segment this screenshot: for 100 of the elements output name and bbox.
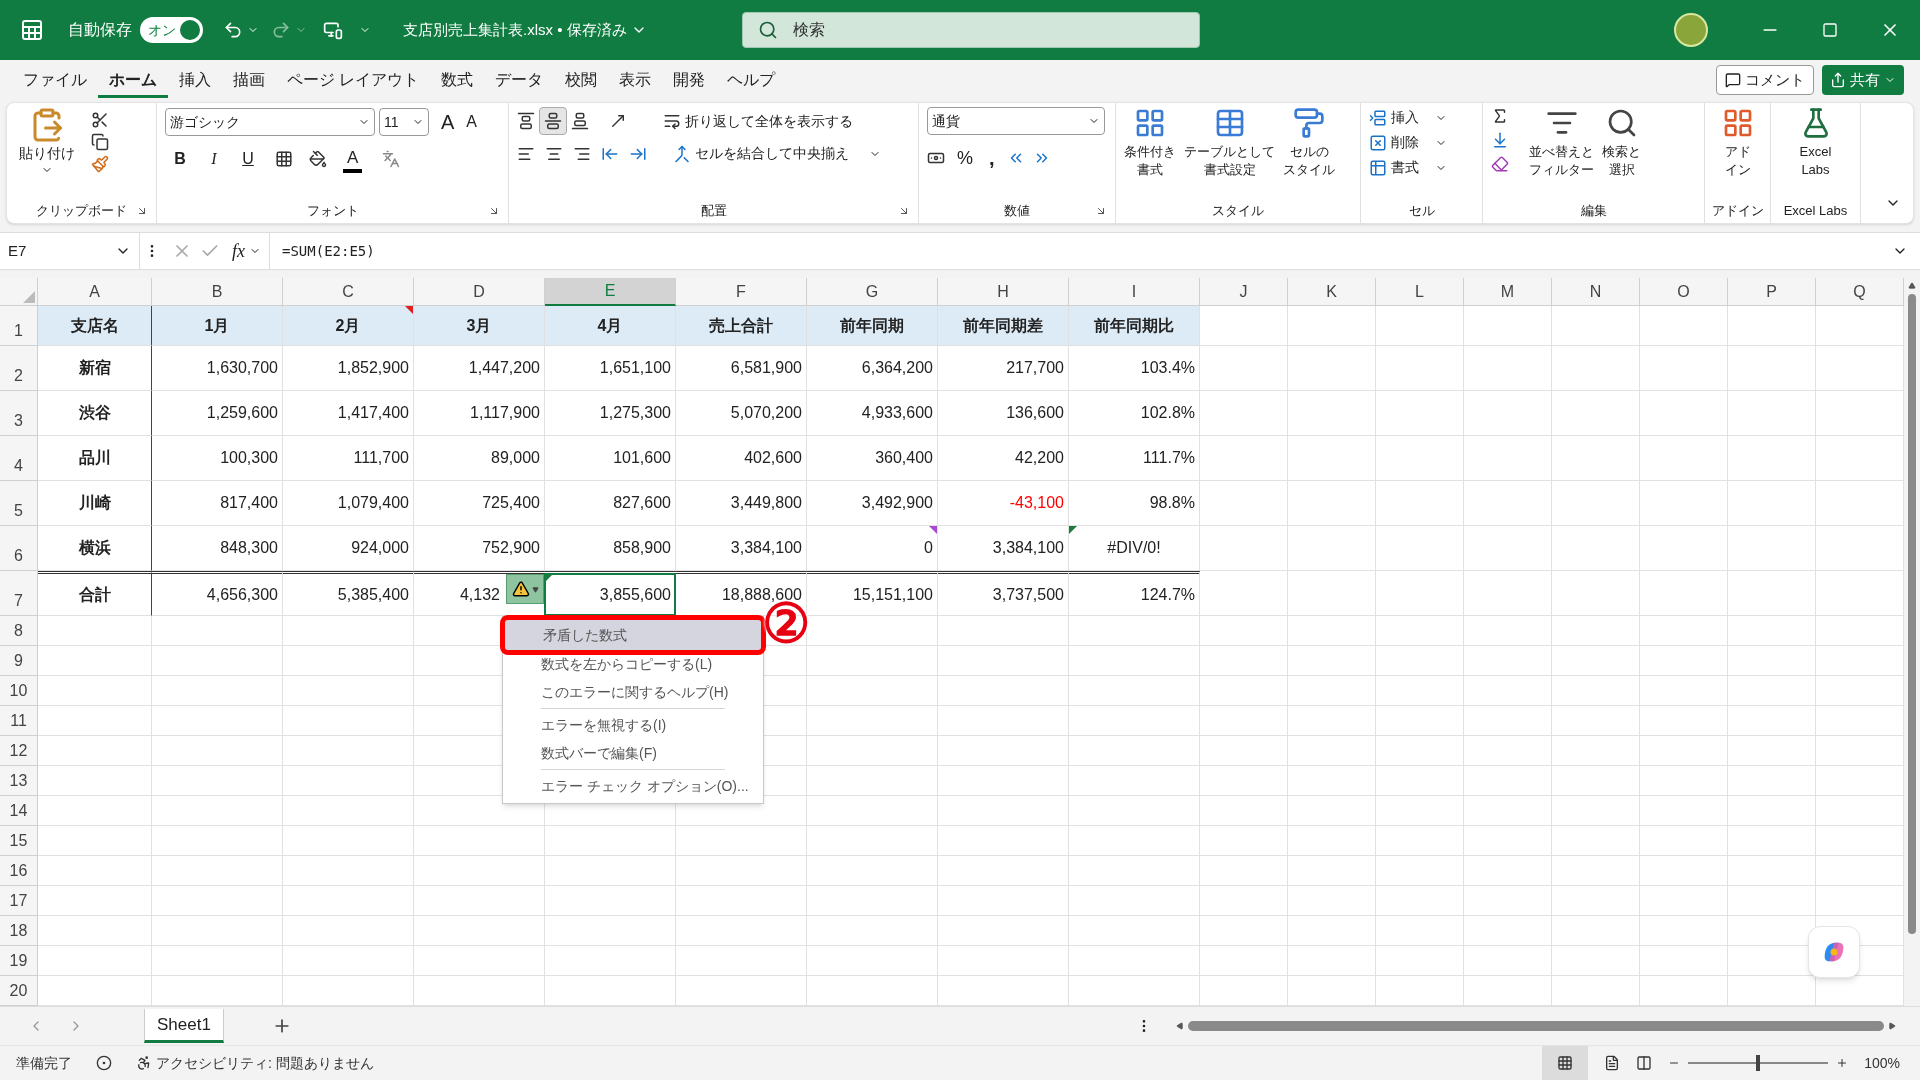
increase-font-size-button[interactable]: A	[437, 107, 459, 137]
ribbon-tab[interactable]: 描画	[222, 68, 276, 98]
wrap-text-button[interactable]: 折り返して全体を表示する	[663, 110, 853, 132]
add-ins-button[interactable]: アド イン	[1713, 107, 1762, 179]
row-header[interactable]: 7	[0, 571, 38, 616]
row-header[interactable]: 12	[0, 736, 38, 766]
ribbon-tab[interactable]: 校閲	[554, 68, 609, 98]
document-title[interactable]: 支店別売上集計表.xlsx • 保存済み	[403, 18, 627, 42]
name-box[interactable]: E7	[0, 233, 140, 269]
normal-view-icon[interactable]	[1557, 1055, 1574, 1071]
ribbon-tab[interactable]: 表示	[608, 68, 663, 98]
error-menu-item[interactable]: 数式を左からコピーする(L)	[503, 650, 763, 678]
scroll-left-icon[interactable]	[1176, 1022, 1184, 1030]
cells-button[interactable]: 書式	[1369, 157, 1447, 178]
number-format-dropdown[interactable]: 通貨	[927, 107, 1105, 135]
ribbon-tab[interactable]: 挿入	[168, 68, 222, 98]
style-button[interactable]: セルの スタイル	[1283, 107, 1335, 179]
font-name-dropdown[interactable]: 游ゴシック	[165, 108, 375, 136]
underline-button[interactable]: U	[233, 145, 263, 173]
borders-icon[interactable]	[275, 150, 293, 168]
italic-button[interactable]: I	[199, 145, 229, 173]
row-header[interactable]: 19	[0, 946, 38, 976]
page-break-view-icon[interactable]	[1636, 1055, 1653, 1071]
orientation-icon[interactable]	[609, 112, 627, 130]
sheet-tab[interactable]: Sheet1	[144, 1009, 224, 1043]
excel-labs-button[interactable]: Excel Labs	[1779, 107, 1852, 179]
merge-center-button[interactable]: セルを結合して中央揃え	[673, 143, 881, 164]
paintbrush-icon[interactable]	[91, 155, 109, 173]
comment-button[interactable]: コメント	[1716, 65, 1814, 95]
fill-down-icon[interactable]	[1491, 131, 1509, 149]
search-field[interactable]: 検索	[742, 12, 1200, 48]
dialog-launcher-icon[interactable]	[1095, 205, 1107, 217]
ribbon-tab[interactable]: ページ レイアウト	[276, 68, 431, 98]
bold-button[interactable]: B	[165, 145, 195, 173]
horizontal-scrollbar[interactable]	[1188, 1021, 1884, 1031]
undo-icon[interactable]	[223, 20, 243, 40]
error-menu-item[interactable]: エラー チェック オプション(O)...	[503, 772, 763, 800]
maximize-icon[interactable]	[1822, 22, 1838, 38]
zoom-level[interactable]: 100%	[1864, 1052, 1900, 1074]
scissors-icon[interactable]	[91, 111, 109, 129]
fill-color-icon[interactable]	[309, 150, 327, 168]
error-options-button[interactable]	[506, 574, 544, 604]
decrease-font-size-button[interactable]: A	[462, 110, 481, 134]
insert-function-button[interactable]: fx	[232, 237, 245, 265]
row-header[interactable]: 9	[0, 646, 38, 676]
scroll-up-icon[interactable]	[1908, 282, 1916, 290]
align-middle-icon[interactable]	[544, 112, 562, 130]
row-header[interactable]: 10	[0, 676, 38, 706]
zoom-slider[interactable]	[1688, 1055, 1829, 1071]
row-header[interactable]: 17	[0, 886, 38, 916]
row-header[interactable]: 2	[0, 346, 38, 391]
row-header[interactable]: 11	[0, 706, 38, 736]
row-header[interactable]: 15	[0, 826, 38, 856]
row-header[interactable]: 13	[0, 766, 38, 796]
cells-button[interactable]: 削除	[1369, 132, 1447, 153]
ribbon-tab[interactable]: ヘルプ	[716, 68, 787, 98]
vertical-scrollbar[interactable]	[1908, 294, 1916, 934]
cells-button[interactable]: 挿入	[1369, 107, 1447, 128]
comma-button[interactable]: ,	[985, 143, 999, 173]
row-header[interactable]: 18	[0, 916, 38, 946]
style-button[interactable]: 条件付き 書式	[1124, 107, 1176, 179]
editing-button[interactable]: 並べ替えと フィルター	[1529, 107, 1594, 179]
row-header[interactable]: 5	[0, 481, 38, 526]
row-header[interactable]: 20	[0, 976, 38, 1006]
dialog-launcher-icon[interactable]	[898, 205, 910, 217]
zoom-in-icon[interactable]	[1836, 1057, 1849, 1069]
align-bottom-icon[interactable]	[571, 112, 589, 130]
assistant-button[interactable]	[1808, 926, 1860, 978]
row-header[interactable]: 14	[0, 796, 38, 826]
editing-button[interactable]: 検索と 選択	[1602, 107, 1641, 179]
dialog-launcher-icon[interactable]	[488, 205, 500, 217]
page-layout-view-icon[interactable]	[1604, 1055, 1621, 1071]
row-header[interactable]: 8	[0, 616, 38, 646]
ribbon-tab[interactable]: 開発	[662, 68, 717, 98]
screen-icon[interactable]	[323, 20, 343, 40]
copy-icon[interactable]	[91, 133, 109, 151]
share-button[interactable]: 共有	[1822, 65, 1904, 95]
font-color-button[interactable]: A	[343, 145, 363, 173]
ribbon-tab[interactable]: 数式	[430, 68, 485, 98]
error-menu-item[interactable]: このエラーに関するヘルプ(H)	[503, 678, 763, 706]
style-button[interactable]: テーブルとして 書式設定	[1184, 107, 1275, 179]
row-header[interactable]: 1	[0, 306, 38, 346]
error-menu-item[interactable]: エラーを無視する(I)	[503, 711, 763, 739]
ribbon-tab[interactable]: ホーム	[98, 68, 168, 98]
phonetic-icon[interactable]	[382, 150, 401, 168]
paste-button[interactable]: 貼り付け	[15, 107, 79, 176]
row-header[interactable]: 16	[0, 856, 38, 886]
column-header[interactable]: E	[545, 278, 676, 306]
accessibility-status[interactable]: アクセシビリティ: 問題ありません	[156, 1052, 374, 1074]
macro-recording-icon[interactable]	[96, 1055, 112, 1071]
formula-field[interactable]: =SUM(E2:E5)	[269, 233, 1880, 269]
font-size-dropdown[interactable]: 11	[379, 108, 429, 136]
scroll-right-icon[interactable]	[1888, 1022, 1896, 1030]
ribbon-tab[interactable]: ファイル	[12, 68, 98, 98]
error-menu-item[interactable]: 数式バーで編集(F)	[503, 739, 763, 767]
align-top-icon[interactable]	[517, 112, 535, 130]
eraser-icon[interactable]	[1491, 155, 1509, 173]
row-header[interactable]: 3	[0, 391, 38, 436]
dialog-launcher-icon[interactable]	[136, 205, 148, 217]
percent-button[interactable]: %	[953, 144, 977, 172]
